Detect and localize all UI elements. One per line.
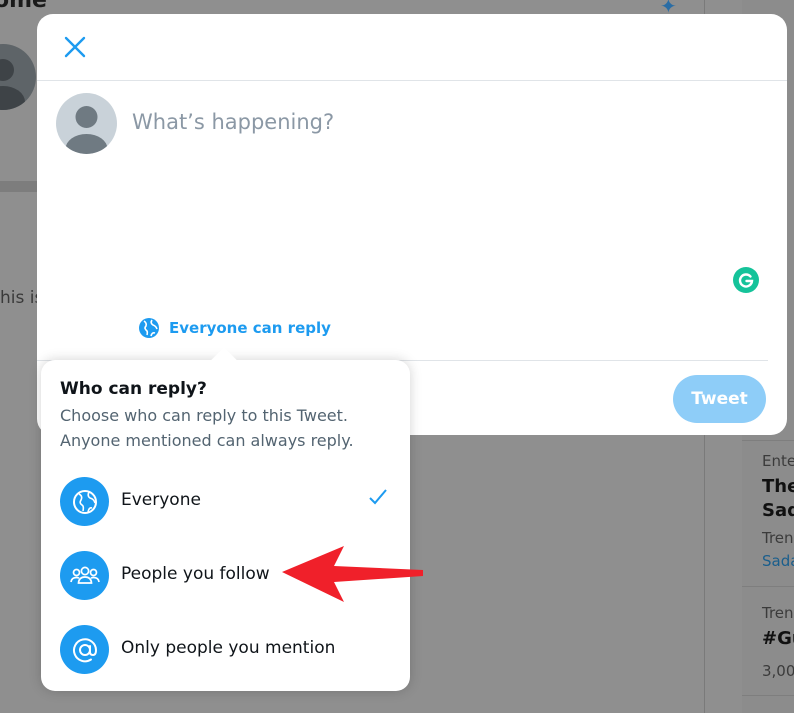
trend-title[interactable]: #Gu — [762, 628, 794, 649]
divider — [742, 586, 794, 587]
avatar — [56, 93, 117, 154]
option-label: Only people you mention — [121, 638, 336, 658]
trend-category: Trend — [762, 604, 794, 622]
trend-title[interactable]: Sad — [762, 500, 794, 521]
page-title: ome — [0, 0, 47, 13]
divider — [742, 440, 794, 441]
reply-setting-button[interactable]: Everyone can reply — [138, 317, 331, 339]
globe-icon — [60, 477, 109, 526]
popover-title: Who can reply? — [60, 379, 207, 399]
modal-header — [37, 14, 787, 81]
close-icon — [64, 36, 86, 58]
trend-count: 3,00 — [762, 662, 794, 680]
trend-title[interactable]: The — [762, 476, 794, 497]
people-icon — [60, 551, 109, 600]
who-can-reply-popover: Who can reply? Choose who can reply to t… — [41, 360, 410, 691]
reply-setting-label: Everyone can reply — [169, 319, 331, 337]
checkmark-icon — [367, 486, 389, 512]
annotation-arrow — [280, 544, 426, 608]
trend-category: Ente — [762, 452, 794, 470]
grammarly-icon[interactable] — [733, 267, 759, 293]
popover-description: Choose who can reply to this Tweet. Anyo… — [60, 406, 354, 450]
trend-link[interactable]: Sada — [762, 552, 794, 570]
globe-icon — [139, 318, 159, 338]
option-label: People you follow — [121, 564, 270, 584]
option-only-people-you-mention[interactable]: Only people you mention — [41, 618, 410, 680]
option-label: Everyone — [121, 490, 201, 510]
option-everyone[interactable]: Everyone — [41, 470, 410, 532]
close-button[interactable] — [61, 33, 89, 61]
trend-category: Trend — [762, 529, 794, 547]
tweet-button[interactable]: Tweet — [673, 375, 766, 423]
at-icon — [60, 625, 109, 674]
divider — [742, 695, 794, 696]
tweet-text-input[interactable]: What’s happening? — [132, 110, 334, 134]
